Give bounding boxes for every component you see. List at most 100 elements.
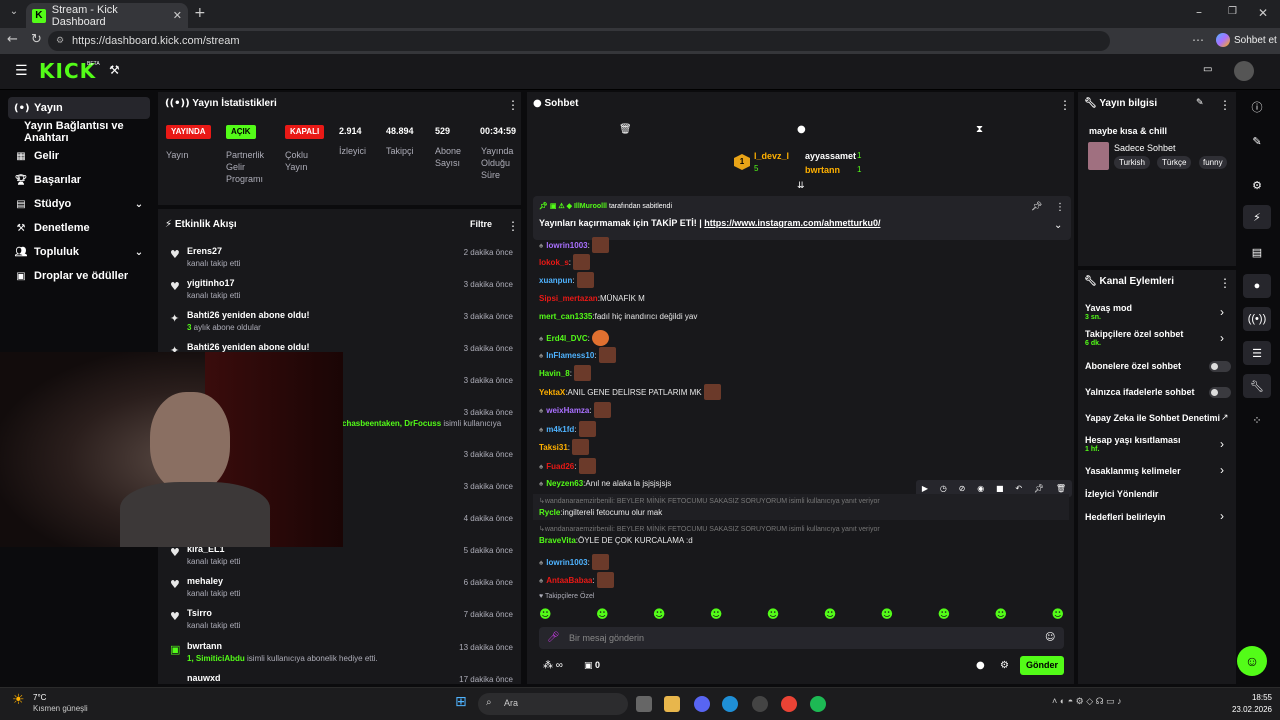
emote-icon[interactable]: ☻ (995, 607, 1008, 623)
site-info-icon[interactable]: ⚙ (56, 31, 64, 51)
activity-menu-icon[interactable]: ⋮ (507, 219, 519, 233)
expand-chevron-icon[interactable]: ⌄ (1054, 220, 1062, 231)
info-icon[interactable]: ⓘ (1243, 95, 1271, 119)
chevron-right-icon[interactable]: › (1220, 437, 1224, 451)
emote-icon[interactable]: ☻ (539, 607, 552, 623)
trash-icon[interactable]: 🗑︎ (1056, 484, 1066, 493)
pin-message-icon[interactable]: 📌︎ (1034, 484, 1044, 493)
reload-icon[interactable]: ↻ (31, 32, 42, 47)
account-age-label[interactable]: Hesap yaşı kısıtlaması (1085, 435, 1181, 445)
copilot-button[interactable]: Sohbet et (1216, 33, 1277, 47)
nav-item-basarilar[interactable]: 🏆︎ Başarılar (8, 169, 150, 191)
send-button[interactable]: Gönder (1020, 656, 1064, 675)
more-apps-icon[interactable]: ⁘ (1243, 408, 1271, 432)
monitor-icon[interactable]: ▭ (1203, 64, 1212, 75)
list-icon[interactable]: ☰ (1243, 341, 1271, 365)
chevron-right-icon[interactable]: › (1220, 331, 1224, 345)
pinned-menu-icon[interactable]: ⋮ (1055, 202, 1065, 213)
nav-item-yayin[interactable]: (•) Yayın (8, 97, 150, 119)
more-icon[interactable]: ⋯ (1192, 33, 1204, 47)
chat-icon[interactable]: ● (1243, 274, 1271, 298)
subs-only-toggle[interactable] (1209, 361, 1231, 372)
url-input[interactable]: ⚙ https://dashboard.kick.com/stream (48, 31, 1110, 51)
nav-item-topluluk[interactable]: 👥︎ Topluluk ⌄ (8, 241, 150, 263)
reply-icon[interactable]: ↶ (1015, 484, 1022, 493)
emote-icon[interactable]: ☻ (881, 607, 894, 623)
slow-mode-label[interactable]: Yavaş mod (1085, 303, 1132, 313)
tray-icons[interactable]: ˄ ◐ ◓ ⚙ ◇ ☊ ▭ ♪ (1052, 696, 1122, 707)
avatar[interactable] (1234, 61, 1254, 81)
document-icon[interactable]: ▤ (1243, 240, 1271, 264)
emote-icon[interactable]: ☻ (824, 607, 837, 623)
discord-icon[interactable] (694, 696, 710, 712)
chrome-icon[interactable] (781, 696, 797, 712)
hammer-icon[interactable]: ⚒ (109, 63, 120, 77)
wrench-icon[interactable]: 🔧︎ (1243, 374, 1271, 398)
emote-icon[interactable]: ☻ (710, 607, 723, 623)
emote-icon[interactable]: ☻ (596, 607, 609, 623)
play-icon[interactable]: ▶ (922, 484, 928, 493)
nav-item-denetleme[interactable]: ⚒ Denetleme (8, 217, 150, 239)
channel-points-icon[interactable]: ⁂ ∞ (543, 660, 563, 671)
chevron-right-icon[interactable]: › (1220, 463, 1224, 477)
external-chart-icon[interactable]: ↗ (1221, 413, 1229, 423)
back-icon[interactable]: ← (7, 32, 18, 47)
window-close-icon[interactable]: ✕ (1258, 6, 1268, 20)
app-icon[interactable] (752, 696, 768, 712)
spotify-icon[interactable] (810, 696, 826, 712)
microphone-icon[interactable]: 🎤︎ (547, 632, 560, 643)
settings-icon[interactable]: ⚙ (1243, 173, 1271, 197)
pin-icon[interactable]: 📌︎ (1031, 202, 1042, 212)
lightning-icon[interactable]: ⚡︎ (1243, 205, 1271, 229)
file-explorer-icon[interactable] (664, 696, 680, 712)
delete-icon[interactable]: ■ (996, 484, 1004, 493)
weather-icon[interactable]: ☀ (12, 692, 25, 708)
collapse-icon[interactable]: ⇊ (797, 181, 805, 191)
pencil-icon[interactable]: ✎ (1243, 129, 1271, 153)
browser-tab[interactable]: K Stream - Kick Dashboard ✕ (26, 3, 188, 28)
task-view-icon[interactable] (636, 696, 652, 712)
nav-item-droplar[interactable]: ▣ Droplar ve ödüller (8, 265, 150, 287)
close-tab-icon[interactable]: ✕ (173, 9, 182, 22)
stream-info-menu-icon[interactable]: ⋮ (1219, 98, 1231, 112)
minimize-icon[interactable]: – (1196, 5, 1202, 19)
taskbar-search[interactable]: ⌕ Ara (478, 693, 628, 715)
timeout-icon[interactable]: ◷ (940, 484, 947, 493)
chat-settings-bubble-icon[interactable]: ● (976, 660, 985, 671)
chevron-right-icon[interactable]: › (1220, 305, 1224, 319)
ai-moderation-label[interactable]: Yapay Zeka ile Sohbet Denetimi (1085, 413, 1220, 423)
mod-icon[interactable]: ◉ (977, 484, 984, 493)
hourglass-icon[interactable]: ⧗ (976, 124, 983, 135)
signal-icon[interactable]: ((•)) (1243, 307, 1271, 331)
new-tab-icon[interactable]: + (194, 5, 206, 21)
maximize-icon[interactable]: ❐ (1228, 6, 1237, 17)
host-viewers-label[interactable]: İzleyici Yönlendir (1085, 489, 1158, 499)
help-chat-icon[interactable]: ☺ (1237, 646, 1267, 676)
tab-list-icon[interactable]: ⌄ (6, 6, 22, 17)
stats-menu-icon[interactable]: ⋮ (507, 98, 519, 112)
windows-start-icon[interactable]: ⊞ (455, 694, 467, 710)
settings-gear-icon[interactable]: ⚙ (1000, 660, 1009, 671)
nav-item-stream-key[interactable]: Yayın Bağlantısı ve Anahtarı (8, 120, 154, 144)
chat-input[interactable]: 🎤︎ Bir mesaj gönderin ☺ (539, 627, 1064, 649)
emote-icon[interactable]: ☻ (1051, 607, 1064, 623)
emoji-icon[interactable]: ☺ (1045, 632, 1055, 643)
edit-pencil-icon[interactable]: ✎ (1196, 98, 1204, 108)
nav-item-studyo[interactable]: ▤ Stüdyo ⌄ (8, 193, 150, 215)
ban-icon[interactable]: ⊘ (959, 484, 966, 493)
menu-icon[interactable]: ☰ (15, 63, 28, 79)
channel-actions-menu-icon[interactable]: ⋮ (1219, 276, 1231, 290)
emote-icon[interactable]: ☻ (767, 607, 780, 623)
followers-only-label[interactable]: Takipçilere özel sohbet (1085, 329, 1183, 339)
chevron-right-icon[interactable]: › (1220, 509, 1224, 523)
edge-icon[interactable] (722, 696, 738, 712)
chat-menu-icon[interactable]: ⋮ (1059, 98, 1071, 112)
filter-button[interactable]: Filtre (470, 219, 492, 229)
emote-icon[interactable]: ☻ (938, 607, 951, 623)
set-goals-label[interactable]: Hedefleri belirleyin (1085, 512, 1166, 522)
emote-icon[interactable]: ☻ (653, 607, 666, 623)
chat-bubble-icon[interactable]: ● (797, 124, 806, 135)
banned-words-label[interactable]: Yasaklanmış kelimeler (1085, 466, 1181, 476)
trash-icon[interactable]: 🗑︎ (619, 124, 632, 135)
pinned-link[interactable]: https://www.instagram.com/ahmetturku0/ (704, 218, 880, 228)
